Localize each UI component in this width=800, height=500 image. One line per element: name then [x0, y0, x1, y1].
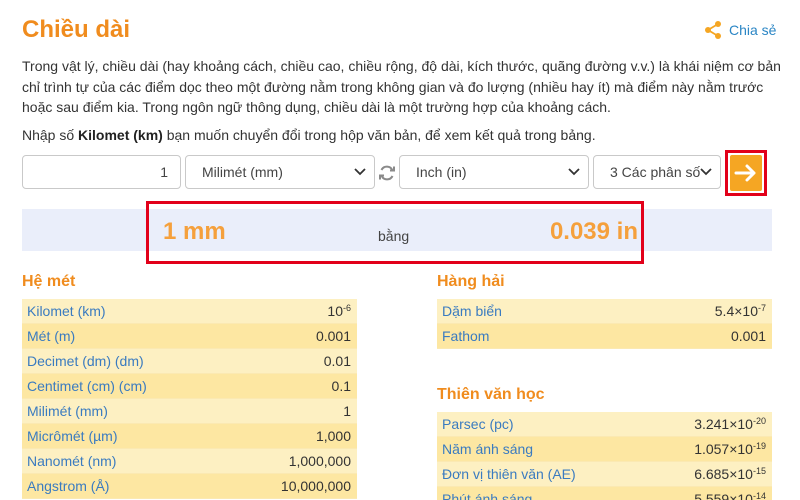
- table-row: Fathom 0.001: [437, 324, 772, 349]
- chevron-down-icon: [700, 168, 712, 176]
- intro-text: Trong vật lý, chiều dài (hay khoảng cách…: [22, 58, 781, 115]
- astronomy-table: Parsec (pc) 3.241×10-20 Năm ánh sáng 1.057×…: [437, 412, 772, 500]
- table-row: Micrômét (µm) 1,000: [22, 424, 357, 449]
- nautical-table: Dặm biển 5.4×10-7 Fathom 0.001: [437, 299, 772, 349]
- arrow-right-icon: [734, 164, 756, 182]
- decimals-select[interactable]: 3 Các phân số: [593, 155, 721, 189]
- table-row: Centimet (cm) (cm) 0.1: [22, 374, 357, 399]
- unit-value-base: 1,000: [315, 428, 351, 444]
- metric-section-title: Hệ mét: [22, 273, 76, 290]
- to-unit-select[interactable]: Inch (in): [399, 155, 589, 189]
- unit-value-base: 1.057×10: [694, 441, 753, 457]
- table-row: Nanomét (nm) 1,000,000: [22, 449, 357, 474]
- unit-value: 6.685×10-15: [694, 466, 766, 482]
- unit-name[interactable]: Nanomét (nm): [27, 453, 116, 469]
- metric-table: Kilomet (km) 10-6 Mét (m) 0.001 Decimet (dm)…: [22, 299, 357, 499]
- unit-name[interactable]: Decimet (dm) (dm): [27, 353, 144, 369]
- unit-value-base: 0.001: [730, 328, 766, 344]
- unit-value: 0.01: [324, 353, 351, 369]
- unit-value-exponent: -15: [752, 466, 766, 476]
- unit-value-base: 1: [343, 403, 351, 419]
- result-output: 0.039 in: [549, 218, 638, 245]
- unit-value: 0.001: [316, 328, 351, 344]
- unit-value-base: 10,000,000: [280, 478, 351, 494]
- unit-name[interactable]: Centimet (cm) (cm): [27, 378, 147, 394]
- result-input: 1 mm: [163, 218, 226, 245]
- unit-name[interactable]: Kilomet (km): [27, 303, 106, 319]
- table-row: Kilomet (km) 10-6: [22, 299, 357, 324]
- unit-value: 1: [343, 403, 351, 419]
- chevron-down-icon: [354, 168, 366, 176]
- unit-value-exponent: -7: [757, 303, 766, 313]
- unit-name[interactable]: Milimét (mm): [27, 403, 108, 419]
- table-row: Năm ánh sáng 1.057×10-19: [437, 437, 772, 462]
- table-row: Mét (m) 0.001: [22, 324, 357, 349]
- page-title: Chiều dài: [22, 16, 131, 43]
- unit-value-base: 0.01: [323, 353, 351, 369]
- unit-name[interactable]: Dặm biển: [442, 303, 502, 319]
- value-input-text: 1: [160, 164, 168, 180]
- unit-value: 1,000,000: [289, 453, 351, 469]
- unit-value-exponent: -14: [752, 491, 766, 500]
- chevron-down-icon: [568, 168, 580, 176]
- unit-value: 1.057×10-19: [694, 441, 766, 457]
- table-row: Phút ánh sáng 5.559×10-14: [437, 487, 772, 500]
- unit-value: 0.1: [332, 378, 351, 394]
- instruction-text: Nhập số Kilomet (km) bạn muốn chuyển đổi…: [22, 127, 596, 143]
- unit-value-base: 3.241×10: [694, 416, 753, 432]
- unit-value: 1,000: [316, 428, 351, 444]
- unit-value-base: 1,000,000: [288, 453, 351, 469]
- unit-value: 3.241×10-20: [694, 416, 766, 432]
- unit-value-base: 0.001: [315, 328, 351, 344]
- table-row: Angstrom (Å) 10,000,000: [22, 474, 357, 499]
- decimals-value: 3 Các phân số: [610, 164, 700, 180]
- convert-button[interactable]: [725, 150, 767, 196]
- unit-name[interactable]: Micrômét (µm): [27, 428, 118, 444]
- table-row: Milimét (mm) 1: [22, 399, 357, 424]
- unit-value: 10,000,000: [281, 478, 351, 494]
- share-icon: [705, 21, 721, 39]
- from-unit-value: Milimét (mm): [202, 164, 283, 180]
- share-label: Chia sẻ: [729, 22, 777, 38]
- unit-value: 5.4×10-7: [715, 303, 766, 319]
- unit-name[interactable]: Parsec (pc): [442, 416, 514, 432]
- convert-button-face[interactable]: [730, 155, 762, 191]
- table-row: Đơn vị thiên văn (AE) 6.685×10-15: [437, 462, 772, 487]
- nautical-section-title: Hàng hải: [437, 273, 505, 290]
- unit-value-base: 5.559×10: [694, 491, 753, 500]
- astronomy-section-title: Thiên văn học: [437, 386, 545, 403]
- unit-name[interactable]: Đơn vị thiên văn (AE): [442, 466, 576, 482]
- instruction-post: bạn muốn chuyển đổi trong hộp văn bản, đ…: [162, 127, 596, 143]
- from-unit-select[interactable]: Milimét (mm): [185, 155, 375, 189]
- unit-value: 0.001: [731, 328, 766, 344]
- value-input[interactable]: 1: [22, 155, 181, 189]
- unit-value: 5.559×10-14: [694, 491, 766, 500]
- table-row: Parsec (pc) 3.241×10-20: [437, 412, 772, 437]
- unit-value-base: 5.4×10: [714, 303, 758, 319]
- unit-value-exponent: -20: [752, 416, 766, 426]
- unit-name[interactable]: Phút ánh sáng: [442, 491, 532, 500]
- swap-units-icon[interactable]: [377, 163, 397, 183]
- table-row: Decimet (dm) (dm) 0.01: [22, 349, 357, 374]
- share-button[interactable]: Chia sẻ: [703, 20, 776, 40]
- unit-value: 10-6: [327, 303, 351, 319]
- unit-value-base: 10: [327, 303, 343, 319]
- unit-value-base: 6.685×10: [694, 466, 753, 482]
- unit-value-base: 0.1: [331, 378, 351, 394]
- to-unit-value: Inch (in): [416, 164, 467, 180]
- table-row: Dặm biển 5.4×10-7: [437, 299, 772, 324]
- instruction-pre: Nhập số: [22, 127, 79, 143]
- instruction-unit: Kilomet (km): [78, 127, 163, 143]
- unit-name[interactable]: Năm ánh sáng: [442, 441, 533, 457]
- unit-name[interactable]: Fathom: [442, 328, 489, 344]
- unit-name[interactable]: Mét (m): [27, 328, 75, 344]
- unit-name[interactable]: Angstrom (Å): [27, 478, 109, 494]
- unit-value-exponent: -19: [752, 441, 766, 451]
- result-equals-label: bằng: [378, 228, 410, 244]
- unit-value-exponent: -6: [342, 303, 351, 313]
